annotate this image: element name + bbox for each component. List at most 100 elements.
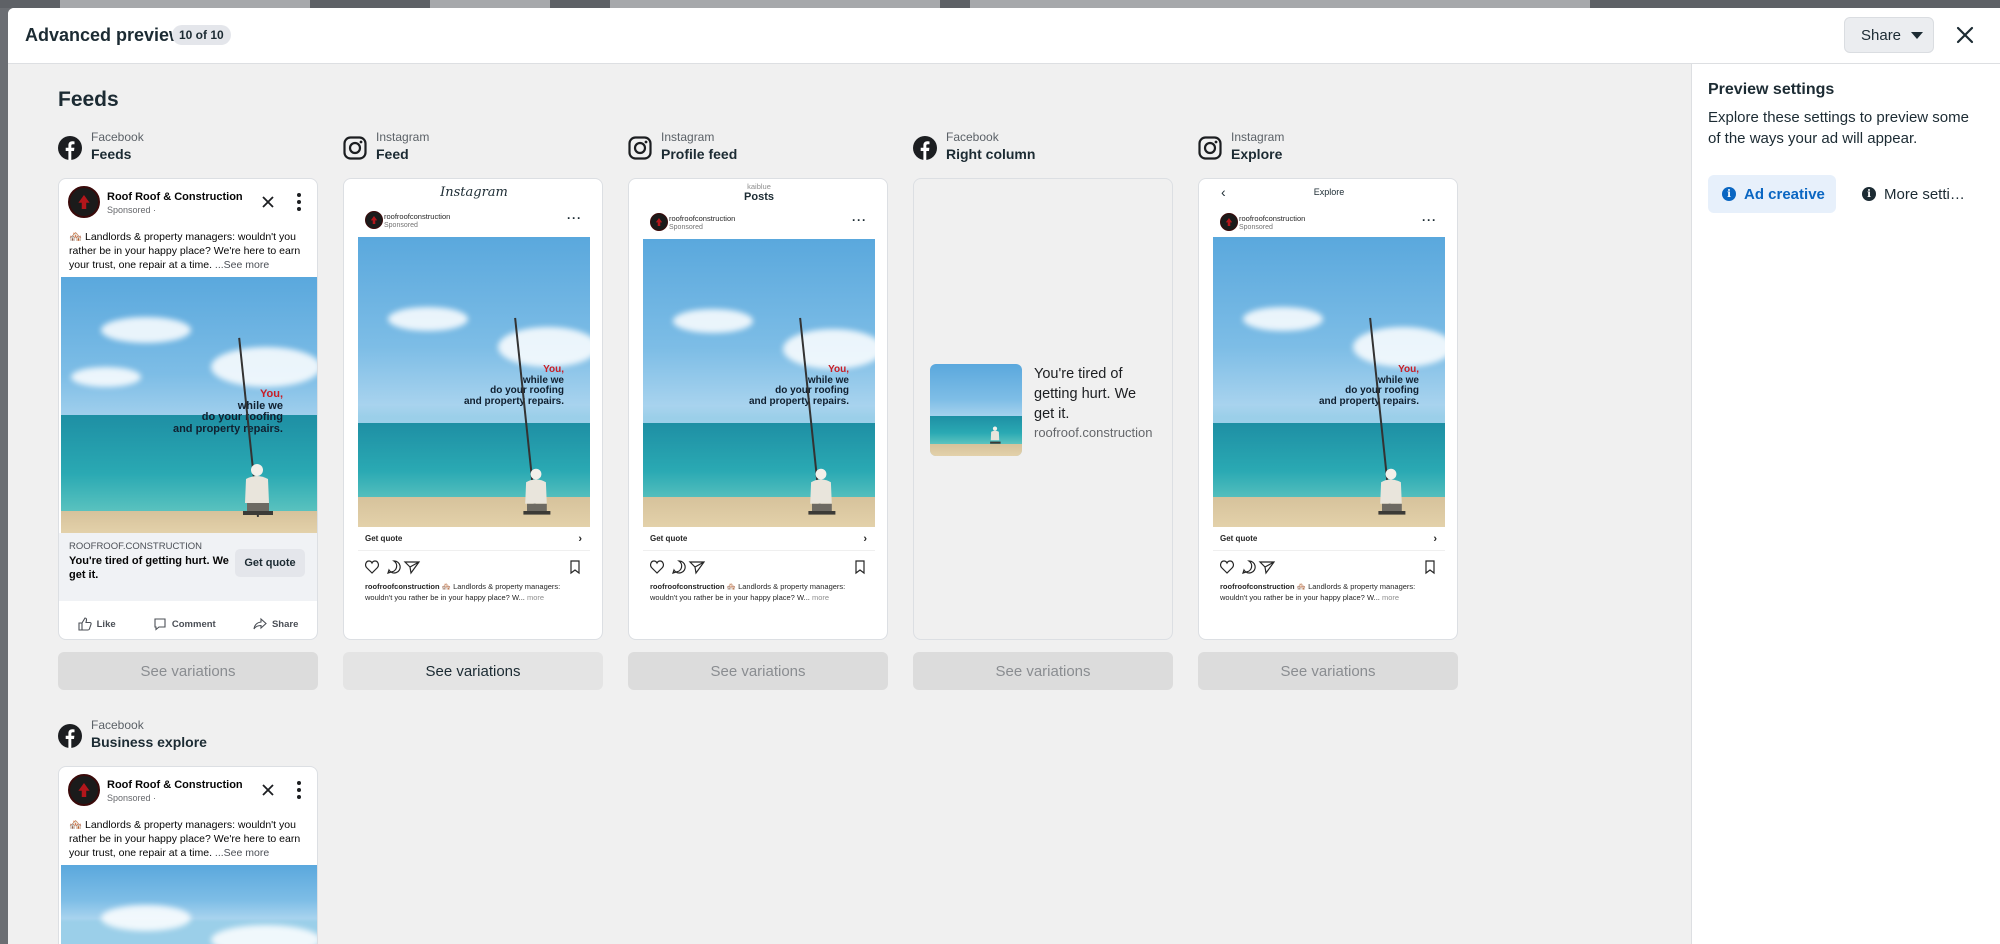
placement-platform: Facebook — [91, 130, 144, 144]
placement-name: Business explore — [91, 734, 207, 750]
placement-name: Profile feed — [661, 146, 738, 162]
placement-facebook-right-column: Facebook Right column You're tired of ge… — [913, 130, 1173, 690]
explore-header: ‹ Explore — [1213, 179, 1445, 207]
primary-text: 🏘️ Landlords & property managers: wouldn… — [69, 230, 309, 272]
profile-username: kaiblue — [747, 182, 771, 191]
more-options-icon[interactable] — [297, 193, 301, 214]
see-variations-button[interactable]: See variations — [58, 652, 318, 690]
placement-instagram-feed: Instagram Feed Instagram roofroofconstru… — [343, 130, 603, 690]
more-options-icon[interactable]: ··· — [1422, 213, 1437, 227]
page-name: Roof Roof & Construction — [107, 191, 243, 203]
explore-title: Explore — [1313, 187, 1345, 197]
like-label: Like — [96, 618, 116, 630]
share-action[interactable]: Share — [253, 611, 298, 637]
ad-preview-card[interactable]: Instagram roofroofconstruction Sponsored… — [343, 178, 603, 640]
ad-preview-card[interactable]: ‹ Explore roofroofconstruction Sponsored… — [1198, 178, 1458, 640]
placement-facebook-business-explore: Facebook Business explore Roof Roof & Co… — [58, 718, 318, 944]
image-caption-highlight: You, — [828, 364, 849, 375]
like-action[interactable]: Like — [78, 611, 116, 637]
placement-platform: Instagram — [376, 130, 430, 144]
fisherman-figure — [990, 426, 1001, 444]
profile-header: kaiblue Posts — [643, 179, 875, 207]
get-quote-button[interactable]: Get quote — [235, 549, 305, 577]
placement-name: Feed — [376, 146, 409, 162]
ad-preview-card[interactable]: Roof Roof & Construction Sponsored · 🏘️ … — [58, 766, 318, 944]
ad-image: You, while we do your roofing and proper… — [643, 239, 875, 527]
ig-action-icons[interactable] — [365, 559, 581, 575]
ad-preview-card[interactable]: Roof Roof & Construction Sponsored · 🏘️ … — [58, 178, 318, 640]
image-caption-highlight: You, — [543, 364, 564, 375]
sponsored-label: Sponsored — [1239, 224, 1273, 231]
count-badge: 10 of 10 — [172, 25, 231, 45]
ad-preview-card[interactable]: You're tired of getting hurt. We get it.… — [913, 178, 1173, 640]
get-quote-bar[interactable]: Get quote › — [643, 527, 875, 551]
post-header: roofroofconstruction Sponsored ··· — [358, 207, 590, 235]
tab-ad-creative[interactable]: i Ad creative — [1708, 175, 1836, 213]
instagram-icon — [628, 136, 652, 160]
ig-handle: roofroofconstruction — [384, 212, 451, 221]
section-title: Feeds — [58, 88, 119, 111]
more-link[interactable]: more — [812, 593, 829, 602]
link-domain: ROOFROOF.CONSTRUCTION — [69, 541, 202, 552]
comment-action[interactable]: Comment — [153, 611, 216, 637]
image-caption-line: and property repairs. — [463, 395, 564, 407]
settings-description: Explore these settings to preview some o… — [1708, 109, 1969, 147]
see-variations-button[interactable]: See variations — [1198, 652, 1458, 690]
instagram-icon — [343, 136, 367, 160]
ig-action-icons[interactable] — [1220, 559, 1436, 575]
tab-more-settings[interactable]: i More setti… — [1850, 175, 1990, 213]
thumbs-up-icon — [78, 617, 92, 631]
more-options-icon[interactable]: ··· — [567, 211, 582, 225]
background-tab — [60, 0, 310, 8]
ad-image: You, while we do your roofing and proper… — [61, 277, 317, 533]
post-header: roofroofconstruction Sponsored ··· — [643, 209, 875, 237]
image-caption-line: and property repairs. — [172, 422, 283, 435]
close-icon[interactable] — [261, 195, 275, 209]
see-variations-button[interactable]: See variations — [343, 652, 603, 690]
ig-handle: roofroofconstruction — [1239, 214, 1306, 223]
get-quote-bar[interactable]: Get quote › — [1213, 527, 1445, 551]
ad-image: You, while we do your roofing and proper… — [358, 237, 590, 527]
share-button[interactable]: Share — [1844, 17, 1934, 53]
chevron-right-icon: › — [1433, 533, 1437, 545]
get-quote-bar[interactable]: Get quote › — [358, 527, 590, 551]
see-more-link[interactable]: ...See more — [215, 847, 269, 859]
ig-caption: roofroofconstruction 🏘️ Landlords & prop… — [1220, 581, 1436, 603]
chevron-right-icon: › — [863, 533, 867, 545]
back-arrow-icon[interactable]: ‹ — [1221, 179, 1226, 205]
avatar — [68, 774, 100, 806]
more-link[interactable]: more — [527, 593, 544, 602]
ad-preview-card[interactable]: kaiblue Posts roofroofconstruction Spons… — [628, 178, 888, 640]
more-options-icon[interactable]: ··· — [852, 213, 867, 227]
close-icon[interactable] — [1952, 22, 1978, 48]
preview-settings-panel: Preview settings Explore these settings … — [1691, 64, 2000, 944]
caption-handle: roofroofconstruction — [1220, 582, 1295, 591]
placement-instagram-profile-feed: Instagram Profile feed kaiblue Posts roo… — [628, 130, 888, 690]
comment-label: Comment — [171, 618, 216, 630]
cta-label: Get quote — [365, 534, 403, 543]
avatar — [1220, 213, 1238, 231]
close-icon[interactable] — [261, 783, 275, 797]
more-link[interactable]: more — [1382, 593, 1399, 602]
ig-caption: roofroofconstruction 🏘️ Landlords & prop… — [650, 581, 866, 603]
post-actions: Like Comment Share — [59, 611, 317, 637]
more-options-icon[interactable] — [297, 781, 301, 802]
info-icon: i — [1722, 187, 1736, 201]
see-variations-button[interactable]: See variations — [913, 652, 1173, 690]
see-variations-button[interactable]: See variations — [628, 652, 888, 690]
placement-name: Right column — [946, 146, 1036, 162]
see-more-link[interactable]: ...See more — [215, 259, 269, 271]
ig-action-icons[interactable] — [650, 559, 866, 575]
comment-icon — [154, 618, 166, 631]
share-icon — [253, 617, 267, 630]
post-header: Roof Roof & Construction Sponsored · — [59, 179, 317, 225]
background-app-bar — [0, 0, 2000, 8]
avatar — [650, 213, 668, 231]
cta-row: ROOFROOF.CONSTRUCTION You're tired of ge… — [59, 533, 317, 601]
facebook-icon — [58, 136, 82, 160]
background-tab — [970, 0, 1590, 8]
placement-facebook-feeds: Facebook Feeds Roof Roof & Construction … — [58, 130, 318, 690]
post-header: Roof Roof & Construction Sponsored · — [59, 767, 317, 813]
settings-title: Preview settings — [1708, 81, 1835, 98]
instagram-wordmark: Instagram — [440, 185, 508, 200]
